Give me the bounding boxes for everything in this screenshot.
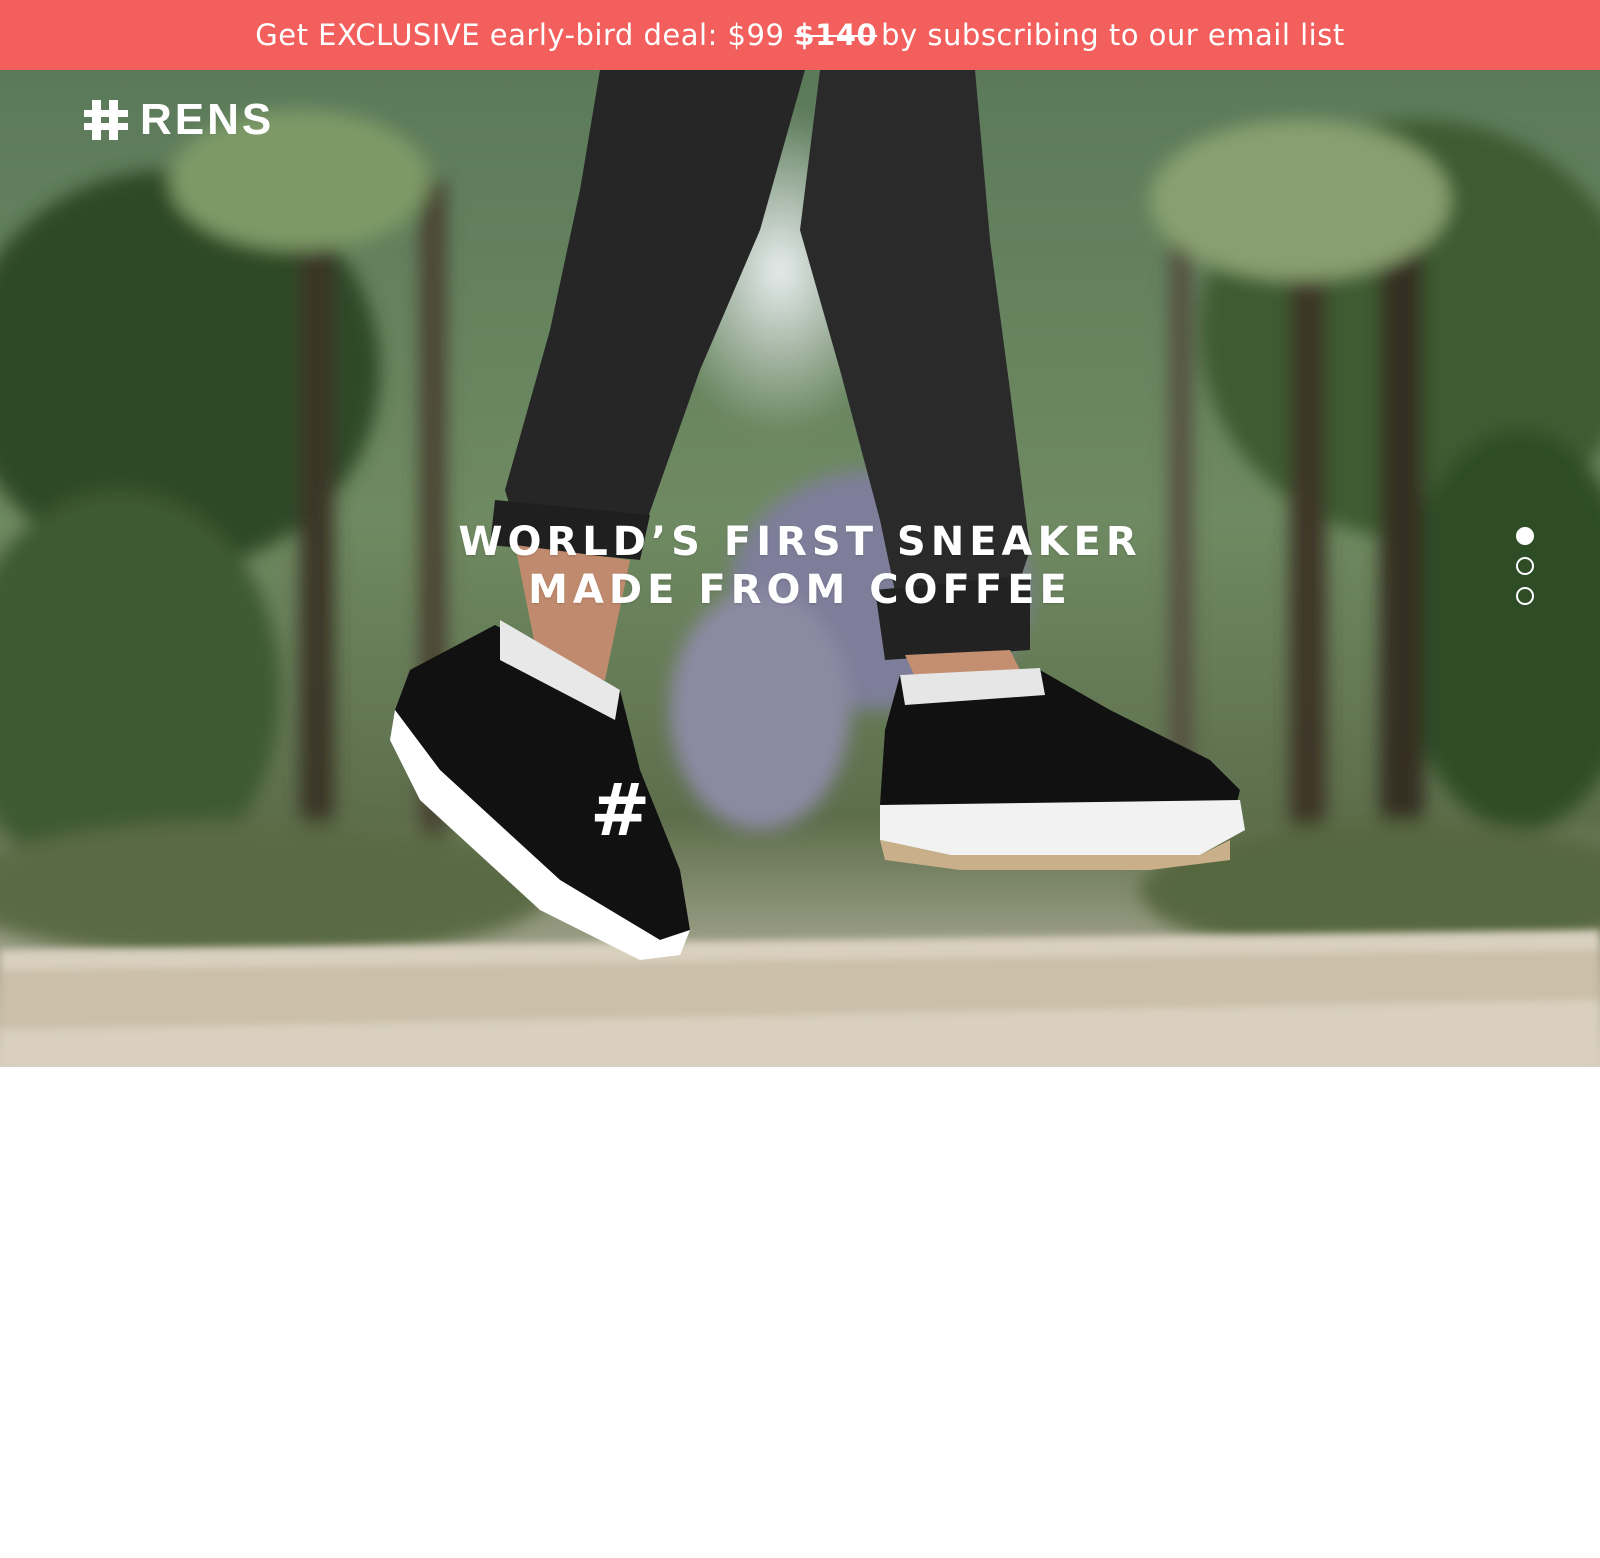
slide-dot-1[interactable] (1516, 527, 1534, 545)
promo-subscribe-text: by subscribing to our email list (881, 18, 1345, 52)
promo-banner[interactable]: Get EXCLUSIVE early-bird deal: $99 $140 … (0, 0, 1600, 70)
hero-headline-line-2: MADE FROM COFFEE (528, 567, 1072, 613)
hash-icon (84, 100, 128, 140)
hero-headline: WORLD’S FIRST SNEAKER MADE FROM COFFEE (0, 518, 1600, 614)
slide-dot-2[interactable] (1516, 557, 1534, 575)
hero-headline-line-1: WORLD’S FIRST SNEAKER (458, 519, 1142, 565)
promo-old-price: $140 (794, 18, 878, 52)
slide-indicators (1516, 527, 1534, 605)
hero-section: # RENS WORLD’S FIRST SNEAKER MADE FROM C… (0, 70, 1600, 1067)
logo[interactable]: RENS (84, 98, 274, 142)
slide-dot-3[interactable] (1516, 587, 1534, 605)
svg-text:#: # (590, 768, 650, 852)
content-area (0, 1067, 1600, 1558)
logo-text: RENS (140, 95, 275, 144)
promo-text: Get EXCLUSIVE early-bird deal: $99 (255, 18, 785, 52)
